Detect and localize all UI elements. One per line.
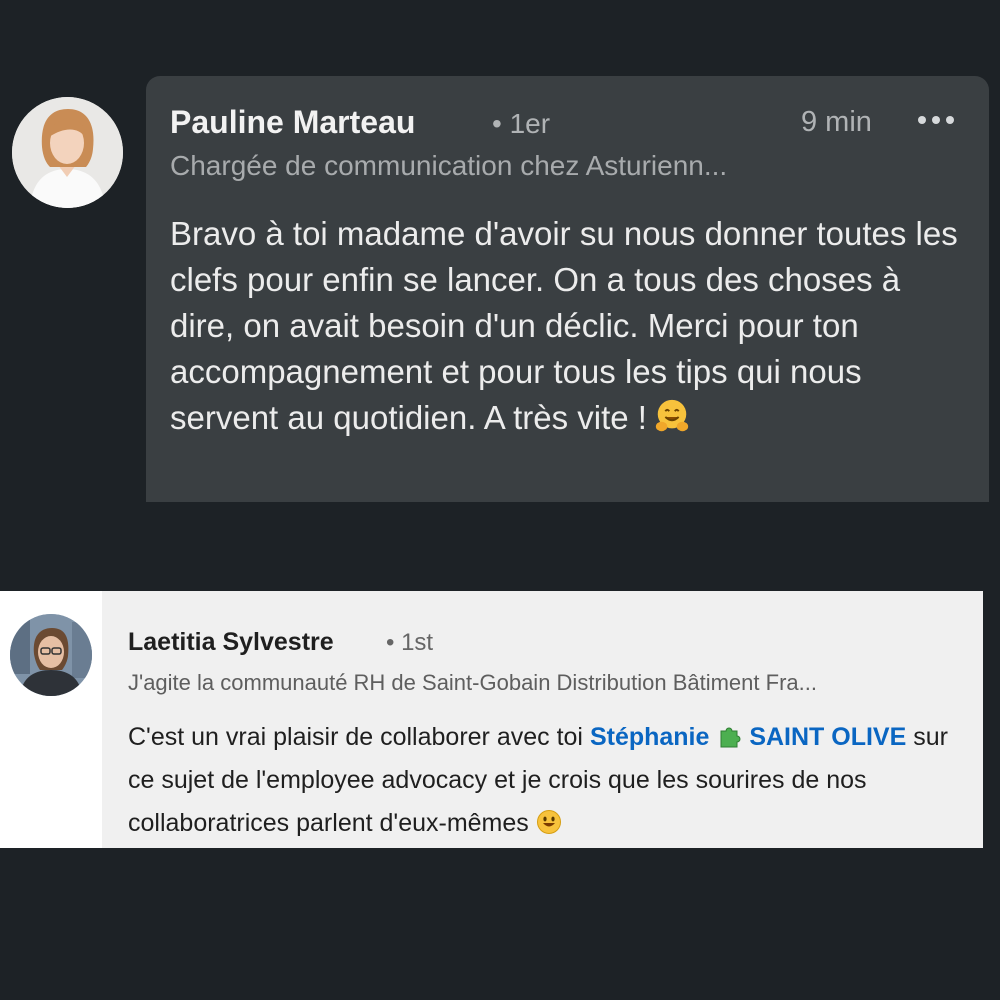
avatar-photo (10, 614, 92, 696)
connection-degree: • 1st (386, 629, 434, 656)
comment-text: C'est un vrai plaisir de collaborer avec… (128, 716, 973, 845)
smiling-face-emoji (536, 810, 561, 834)
comment-bubble-2: Laetitia Sylvestre • 1st J'agite la comm… (102, 591, 983, 848)
author-headline: J'agite la communauté RH de Saint-Gobain… (128, 670, 817, 695)
puzzle-piece-emoji (720, 727, 741, 748)
comment-bubble-1: Pauline Marteau • 1er 9 min Chargée de c… (146, 76, 989, 502)
hugging-face-emoji (655, 399, 689, 432)
comment-timestamp: 9 min (801, 106, 872, 138)
comment-author-name[interactable]: Laetitia Sylvestre (128, 628, 334, 657)
mention-last-name: SAINT OLIVE (749, 723, 907, 751)
mention-link[interactable]: Stéphanie SAINT OLIVE (590, 723, 906, 751)
comment-author-name[interactable]: Pauline Marteau (170, 104, 415, 141)
comment-text: Bravo à toi madame d'avoir su nous donne… (170, 211, 970, 441)
comment-text-content: Bravo à toi madame d'avoir su nous donne… (170, 215, 958, 436)
avatar-photo (12, 97, 123, 208)
avatar-laetitia-sylvestre[interactable] (10, 614, 92, 696)
comment-text-before: C'est un vrai plaisir de collaborer avec… (128, 723, 590, 751)
connection-degree: • 1er (492, 108, 551, 139)
ellipsis-icon (918, 116, 954, 124)
author-headline: Chargée de communication chez Asturienn.… (170, 150, 728, 181)
mention-first-name: Stéphanie (589, 723, 710, 751)
more-options-button[interactable] (914, 98, 958, 138)
avatar-pauline-marteau[interactable] (12, 97, 123, 208)
comment-panel-2: Laetitia Sylvestre • 1st J'agite la comm… (0, 591, 983, 848)
